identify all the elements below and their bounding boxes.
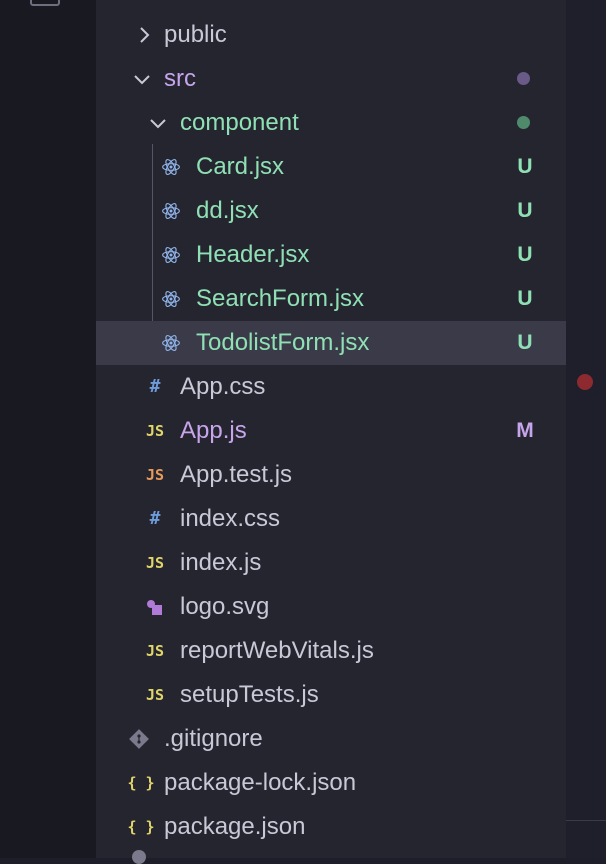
untracked-badge: U <box>517 331 533 354</box>
tree-file-setuptests-js[interactable]: JS setupTests.js <box>96 673 566 717</box>
cut-off-folder-label <box>164 0 354 6</box>
tree-item-label: Card.jsx <box>196 153 285 180</box>
editor-gutter <box>566 0 606 858</box>
divider <box>566 820 606 821</box>
tree-item-label: index.js <box>180 549 262 576</box>
tree-item-label: dd.jsx <box>196 197 259 224</box>
tree-item-label: package.json <box>164 813 306 840</box>
json-braces-icon: { } <box>127 818 155 836</box>
tree-item-label: App.test.js <box>180 461 293 488</box>
react-icon <box>162 291 180 307</box>
tree-file-reportwebvitals-js[interactable]: JS reportWebVitals.js <box>96 629 566 673</box>
cut-off-file-icon <box>132 850 146 864</box>
tree-file-package-json[interactable]: { } package.json <box>96 805 566 849</box>
tree-item-label: .gitignore <box>164 725 263 752</box>
js-icon: JS <box>145 642 165 660</box>
tree-file-searchform-jsx[interactable]: SearchForm.jsx U <box>96 277 566 321</box>
svg-image-icon <box>147 600 162 615</box>
tree-file-card-jsx[interactable]: Card.jsx U <box>96 145 566 189</box>
tree-file-dd-jsx[interactable]: dd.jsx U <box>96 189 566 233</box>
tree-file-todolistform-jsx[interactable]: TodolistForm.jsx U <box>96 321 566 365</box>
tree-item-label: setupTests.js <box>180 681 319 708</box>
tree-file-index-js[interactable]: JS index.js <box>96 541 566 585</box>
tree-item-label: SearchForm.jsx <box>196 285 365 312</box>
tree-item-label: package-lock.json <box>164 769 357 796</box>
untracked-badge: U <box>517 243 533 266</box>
tree-file-app-css[interactable]: # App.css <box>96 365 566 409</box>
git-icon <box>129 729 149 749</box>
tree-item-label: Header.jsx <box>196 241 310 268</box>
react-icon <box>162 335 180 351</box>
tree-item-label: reportWebVitals.js <box>180 637 374 664</box>
tree-file-gitignore[interactable]: .gitignore <box>96 717 566 761</box>
tree-item-label: logo.svg <box>180 593 270 620</box>
tree-item-label: App.js <box>180 417 247 444</box>
modified-dot-icon <box>517 72 530 85</box>
tree-item-label: public <box>164 21 227 48</box>
breakpoint-icon[interactable] <box>577 374 593 390</box>
tree-item-label: src <box>164 65 196 92</box>
json-braces-icon: { } <box>127 774 155 792</box>
chevron-down-icon <box>150 119 166 129</box>
js-test-icon: JS <box>145 466 165 484</box>
css-hash-icon: # <box>149 508 161 529</box>
js-icon: JS <box>145 686 165 704</box>
tree-file-index-css[interactable]: # index.css <box>96 497 566 541</box>
activity-bar <box>0 0 96 858</box>
chevron-right-icon <box>140 27 150 43</box>
tree-folder-src[interactable]: src <box>96 57 566 101</box>
untracked-badge: U <box>517 155 533 178</box>
untracked-badge: U <box>517 287 533 310</box>
react-icon <box>162 203 180 219</box>
tree-item-label: component <box>180 109 299 136</box>
tree-file-app-js[interactable]: JS App.js M <box>96 409 566 453</box>
tree-file-logo-svg[interactable]: logo.svg <box>96 585 566 629</box>
react-icon <box>162 247 180 263</box>
tree-folder-component[interactable]: component <box>96 101 566 145</box>
tree-item-label: index.css <box>180 505 281 532</box>
chevron-down-icon <box>134 75 150 85</box>
css-hash-icon: # <box>149 376 161 397</box>
tree-file-package-lock-json[interactable]: { } package-lock.json <box>96 761 566 805</box>
untracked-badge: U <box>517 199 533 222</box>
tree-item-label: App.css <box>180 373 266 400</box>
js-icon: JS <box>145 422 165 440</box>
tree-file-app-test-js[interactable]: JS App.test.js <box>96 453 566 497</box>
tree-file-header-jsx[interactable]: Header.jsx U <box>96 233 566 277</box>
js-icon: JS <box>145 554 165 572</box>
modified-badge: M <box>516 419 534 442</box>
explorer-icon[interactable] <box>30 0 60 6</box>
tree-folder-public[interactable]: public <box>96 13 566 57</box>
tree-item-label: TodolistForm.jsx <box>196 329 370 356</box>
untracked-dot-icon <box>517 116 530 129</box>
react-icon <box>162 159 180 175</box>
